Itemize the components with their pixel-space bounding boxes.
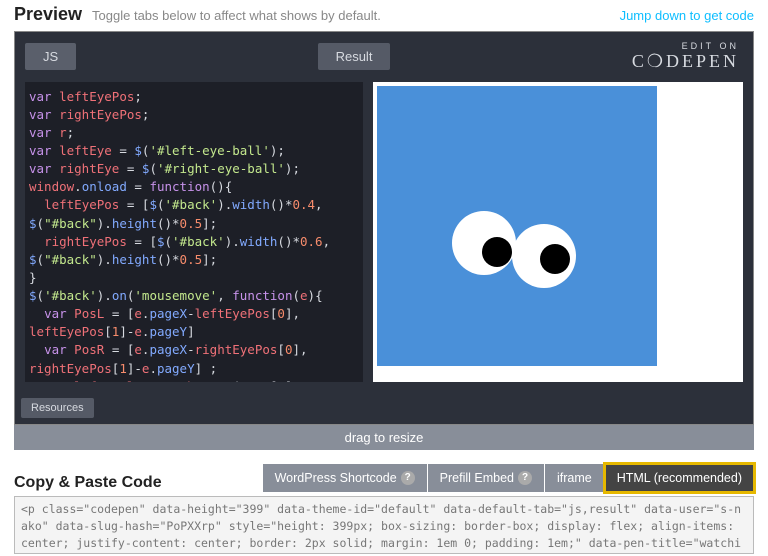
code-editor[interactable]: var leftEyePos; var rightEyePos; var r; …: [25, 82, 363, 382]
help-icon[interactable]: ?: [518, 471, 532, 485]
edit-on-codepen[interactable]: EDIT ON C❍DEPEN: [632, 42, 743, 72]
tab-js[interactable]: JS: [25, 43, 76, 70]
code-content: var leftEyePos; var rightEyePos; var r; …: [29, 88, 359, 382]
tab-iframe[interactable]: iframe: [545, 464, 604, 492]
tab-html-recommended[interactable]: HTML (recommended): [605, 464, 754, 492]
right-pupil: [540, 244, 570, 274]
result-canvas: [377, 86, 657, 366]
copy-paste-title: Copy & Paste Code: [14, 474, 262, 492]
help-icon[interactable]: ?: [401, 471, 415, 485]
tab-prefill-embed[interactable]: Prefill Embed?: [428, 464, 544, 492]
embed-code-textarea[interactable]: <p class="codepen" data-height="399" dat…: [14, 496, 754, 554]
codepen-logo: C❍DEPEN: [632, 52, 739, 72]
tab-result[interactable]: Result: [318, 43, 391, 70]
left-eye: [452, 211, 516, 275]
drag-resize-bar[interactable]: drag to resize: [14, 425, 754, 450]
subtitle-hint: Toggle tabs below to affect what shows b…: [92, 8, 620, 23]
left-pupil: [482, 237, 512, 267]
page-title: Preview: [14, 4, 82, 25]
result-pane[interactable]: [373, 82, 743, 382]
resources-button[interactable]: Resources: [21, 398, 94, 418]
embed-preview: JS Result EDIT ON C❍DEPEN var leftEyePos…: [14, 31, 754, 425]
tab-wordpress-shortcode[interactable]: WordPress Shortcode?: [263, 464, 427, 492]
right-eye: [512, 224, 576, 288]
jump-link[interactable]: Jump down to get code: [620, 8, 754, 23]
